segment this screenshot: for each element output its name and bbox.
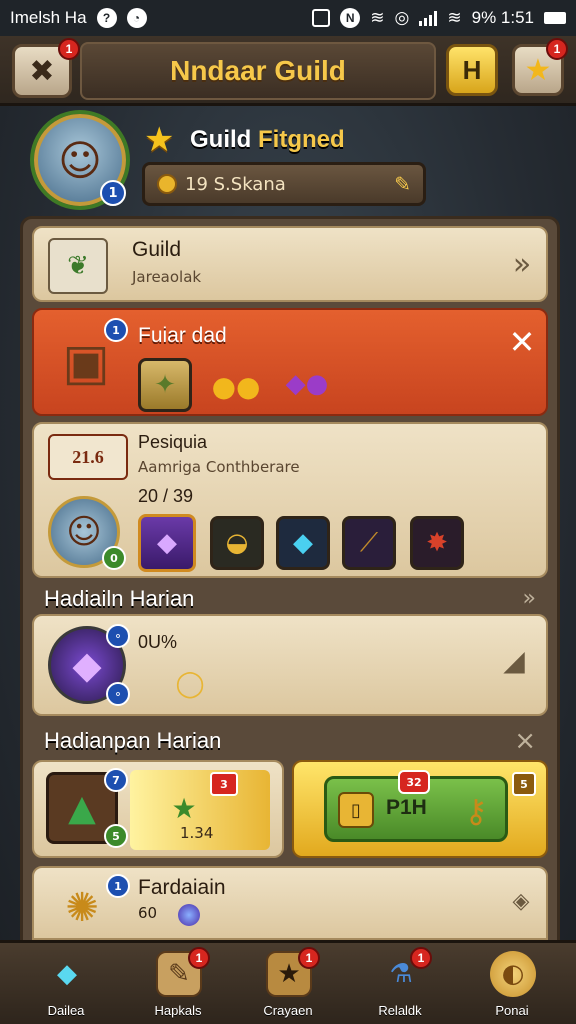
vibrate-icon: ◎: [394, 8, 410, 27]
nav-item-daily[interactable]: ◆ Dailea: [16, 949, 116, 1024]
featured-card-title: Fuiar dad: [138, 324, 227, 347]
top-header: ✖ 1 Nndaar Guild H ★ 1: [0, 36, 576, 106]
gems-coins-icon: ◆●: [285, 369, 329, 399]
back-notification-badge: 1: [58, 38, 80, 60]
nav-badge-hapkals: 1: [188, 947, 210, 969]
hero-portrait-icon: ☺: [58, 135, 102, 185]
clock-icon: ◔: [126, 8, 147, 28]
emerald-level-badge: 7: [104, 768, 128, 792]
daily-percent: 0U%: [138, 632, 178, 652]
notification-icon: ?: [96, 8, 117, 28]
rock-icon: ◢: [503, 643, 525, 677]
edit-icon[interactable]: ✎: [394, 172, 411, 196]
close-section-icon[interactable]: ×: [514, 726, 536, 756]
fire-dragon-icon[interactable]: ✸: [410, 516, 464, 570]
guild-card[interactable]: ❦ Guild Jareaolak »: [32, 226, 548, 302]
back-arrow-icon: ✖: [29, 53, 55, 89]
star-notification-badge: 1: [546, 38, 568, 60]
signal-icon: [419, 10, 438, 26]
amethyst-item-icon[interactable]: ◆: [138, 514, 196, 572]
guild-map-icon: ❦: [48, 238, 108, 294]
battery-icon: [544, 12, 566, 24]
guild-star-icon: ★: [144, 120, 175, 160]
star-icon: ★: [524, 52, 552, 88]
diamond-arrow-icon[interactable]: ◈: [504, 884, 538, 918]
gold-coins-icon: ●●: [211, 369, 261, 403]
star-reward-icon: ★: [171, 791, 197, 825]
pesiquia-title: Pesiquia: [138, 432, 208, 452]
daily-item-card-right[interactable]: ▯ P1H ⚷ 32 5: [292, 760, 548, 858]
chevron-right-icon[interactable]: »: [502, 244, 542, 284]
golden-bell-icon[interactable]: ◒: [210, 516, 264, 570]
nfc-icon: N: [340, 8, 361, 28]
nav-item-ponai[interactable]: ◐ Ponai: [462, 949, 562, 1024]
orb-badge-top: ⚬: [106, 624, 130, 648]
guild-card-subtitle: Jareaolak: [132, 268, 202, 286]
price-tag: 21.6: [48, 434, 128, 480]
blue-crystal-icon[interactable]: ◆: [276, 516, 330, 570]
pesiquia-subtitle: Aamriga Conthberare: [138, 458, 300, 476]
fardaiain-title: Fardaiain: [138, 876, 226, 899]
nav-item-crayaen[interactable]: ★ 1 Crayaen: [238, 947, 338, 1024]
pesiquia-card[interactable]: 21.6 Pesiquia Aamriga Conthberare ☺ 0 20…: [32, 422, 548, 578]
nav-item-hapkals[interactable]: ✎ 1 Hapkals: [128, 947, 228, 1024]
wand-icon[interactable]: ⟋: [342, 516, 396, 570]
featured-card[interactable]: ▣ 1 Fuiar dad ✦ ●● ◆● ✕: [32, 308, 548, 416]
nav-badge-crayaen: 1: [298, 947, 320, 969]
guild-h-button[interactable]: H: [446, 44, 498, 96]
corner-badge: 5: [512, 772, 536, 796]
nav-badge-relaldk: 1: [410, 947, 432, 969]
reward-count: 1.34: [180, 824, 214, 842]
guild-points-value: 19 S.Skana: [185, 173, 286, 195]
daily-2-section-title: Hadianpan Harian: [44, 728, 222, 753]
battery-text: 9% 1:51: [471, 8, 534, 27]
chest-level-badge: 1: [104, 318, 128, 342]
carrier-text: Imelsh Ha: [10, 8, 87, 27]
chevron-right-icon[interactable]: »: [523, 586, 536, 611]
fardaiain-value: 60: [138, 904, 158, 922]
avatar-level-badge: 1: [100, 180, 126, 206]
bread-icon: ◐: [490, 951, 536, 997]
daily-section-title: Hadiailn Harian: [44, 586, 195, 611]
fardaiain-card[interactable]: ✺ 1 Fardaiain 60 ◈: [32, 866, 548, 940]
guild-card-title: Guild: [132, 238, 182, 261]
claim-button-label: P1H: [386, 796, 427, 819]
guild-name: Guild Fitgned: [190, 126, 345, 153]
key-item-icon: ▯: [338, 792, 374, 828]
coin-icon: [157, 174, 177, 194]
screenshot-icon: [312, 9, 331, 27]
gem-icon: [178, 904, 200, 926]
emerald-small-badge: 5: [104, 824, 128, 848]
crystal-icon: ◆: [57, 959, 77, 989]
status-bar: Imelsh Ha ? ◔ N ≋ ◎ ≋ 9% 1:51: [0, 0, 576, 36]
daily-reward-card[interactable]: ◆ ⚬ ⚬ 0U% ◯ ◢: [32, 614, 548, 716]
claim-red-badge: 32: [398, 770, 430, 794]
gold-ring-icon: ◯: [175, 669, 205, 699]
daily-item-card-left[interactable]: ▲ 7 5 ★ 3 1.34: [32, 760, 284, 858]
guild-points-field[interactable]: 19 S.Skana ✎: [142, 162, 426, 206]
bottom-navigation: ◆ Dailea ✎ 1 Hapkals ★ 1 Crayaen ⚗ 1 Rel…: [0, 940, 576, 1024]
compass-badge: 1: [106, 874, 130, 898]
pesiquia-count: 20 / 39: [138, 486, 194, 506]
golden-key-icon: ⚷: [464, 792, 488, 830]
hero-badge: 0: [102, 546, 126, 570]
crossed-swords-icon[interactable]: ✦: [138, 358, 192, 412]
wifi-icon: ≋: [370, 8, 385, 27]
close-icon[interactable]: ✕: [504, 323, 540, 361]
reward-red-badge: 3: [210, 772, 238, 796]
orb-badge-bottom: ⚬: [106, 682, 130, 706]
golden-compass-icon: ✺: [65, 885, 99, 931]
nav-item-relaldk[interactable]: ⚗ 1 Relaldk: [350, 947, 450, 1024]
page-title: Nndaar Guild: [80, 42, 436, 100]
wifi-2-icon: ≋: [447, 8, 462, 27]
